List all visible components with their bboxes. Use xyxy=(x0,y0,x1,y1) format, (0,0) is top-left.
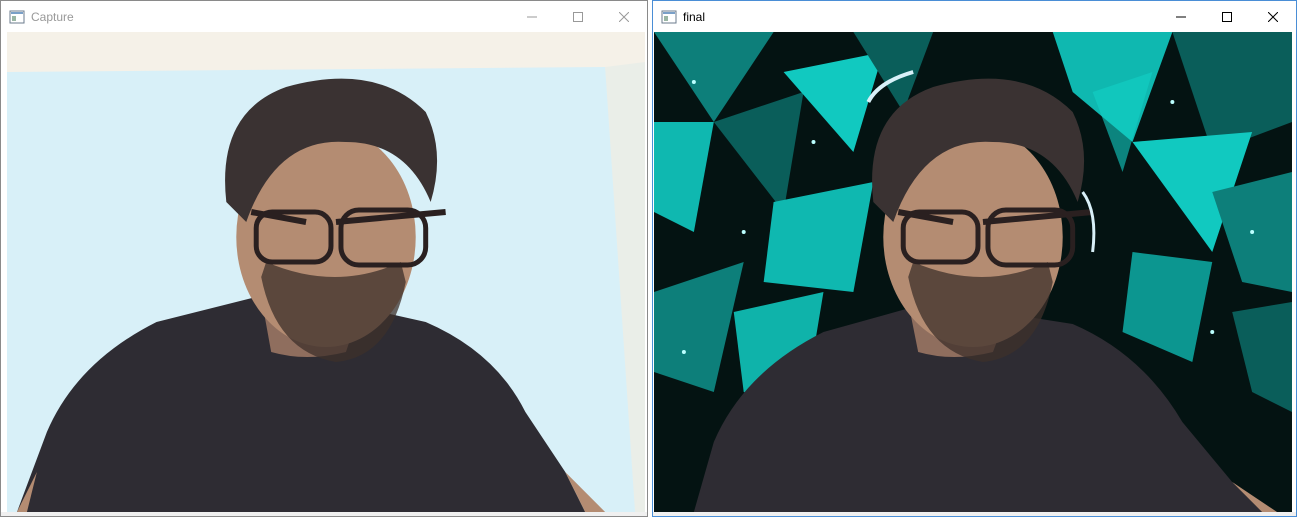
final-window[interactable]: final xyxy=(652,0,1297,517)
close-button[interactable] xyxy=(601,1,647,32)
maximize-button[interactable] xyxy=(1204,1,1250,32)
app-icon xyxy=(9,10,25,23)
window-bottom-edge xyxy=(1,512,647,516)
window-bottom-edge xyxy=(653,512,1296,516)
maximize-icon xyxy=(573,11,583,22)
maximize-button[interactable] xyxy=(555,1,601,32)
maximize-icon xyxy=(1222,11,1232,22)
minimize-button[interactable] xyxy=(1158,1,1204,32)
webcam-image xyxy=(7,32,645,512)
minimize-icon xyxy=(527,16,537,17)
capture-window[interactable]: Capture xyxy=(0,0,648,517)
video-frame xyxy=(7,32,645,512)
close-icon xyxy=(1268,11,1278,22)
close-button[interactable] xyxy=(1250,1,1296,32)
window-title: Capture xyxy=(31,9,74,24)
video-frame xyxy=(654,32,1292,512)
app-icon xyxy=(661,10,677,23)
minimize-button[interactable] xyxy=(509,1,555,32)
close-icon xyxy=(619,11,629,22)
capture-titlebar[interactable]: Capture xyxy=(1,1,647,32)
composited-image xyxy=(654,32,1292,512)
minimize-icon xyxy=(1176,16,1186,17)
window-title: final xyxy=(683,9,706,24)
final-titlebar[interactable]: final xyxy=(653,1,1296,32)
